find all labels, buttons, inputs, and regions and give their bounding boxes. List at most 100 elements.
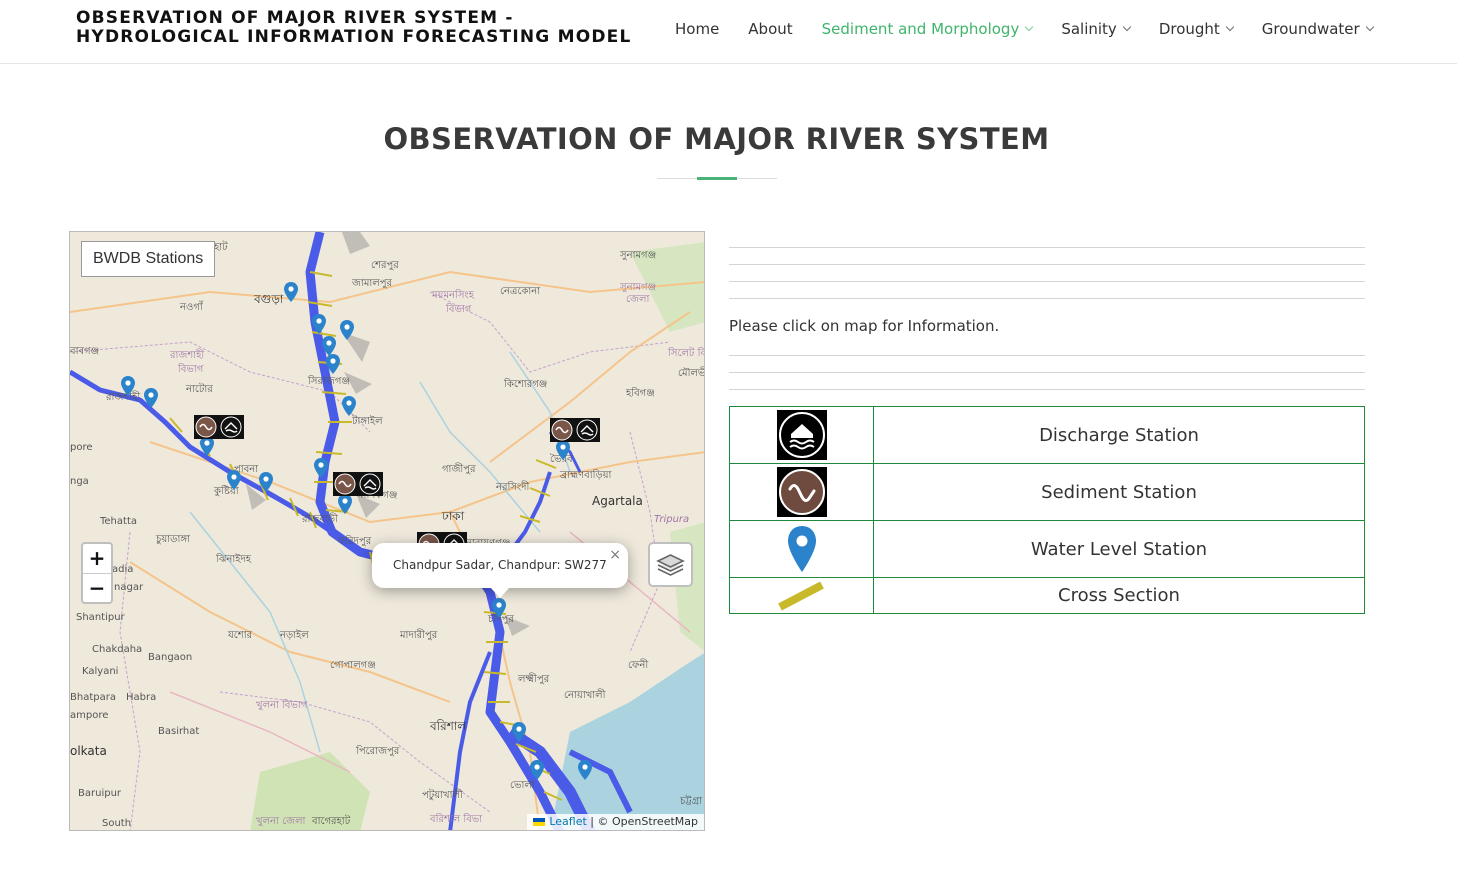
water-level-pin-icon[interactable] (200, 436, 214, 456)
map-label: ঝিনাইদহ (216, 554, 252, 565)
popup-tip (490, 587, 510, 598)
map-label: খুলনা বিভাগ (256, 700, 308, 711)
map-label: নাটোর (186, 384, 213, 395)
map-label: যশোর (228, 630, 253, 641)
map-label: Tehatta (100, 516, 137, 527)
map-label: nagar (114, 582, 144, 593)
sediment-discharge-station-badge[interactable] (333, 472, 383, 496)
map-label: কিশোরগঞ্জ (504, 379, 548, 390)
nav-drought[interactable]: Drought (1158, 18, 1235, 40)
water-level-pin-icon[interactable] (314, 458, 328, 478)
sediment-discharge-station-badge[interactable] (550, 418, 600, 442)
map-label: pore (70, 442, 93, 453)
map-label: ব্রাহ্মণবাড়িয়া (560, 470, 612, 481)
legend-row: Sediment Station (729, 463, 1365, 521)
map-label: মাদারীপুর (400, 630, 438, 641)
discharge-station-icon (776, 410, 827, 460)
nav-groundwater[interactable]: Groundwater (1262, 18, 1374, 40)
map-label: Bhatpara (70, 692, 116, 703)
chevron-down-icon (1225, 22, 1235, 32)
map-label: বিভাগ (446, 304, 472, 315)
map-label: মৌলভী (678, 368, 704, 379)
water-level-pin-icon[interactable] (578, 760, 592, 780)
map-label: Basirhat (158, 726, 200, 737)
water-level-pin-icon[interactable] (259, 472, 273, 492)
water-level-pin-icon[interactable] (556, 440, 570, 460)
map-label: ভোলা (510, 780, 535, 791)
site-title-line1: OBSERVATION OF MAJOR RIVER SYSTEM - (76, 8, 514, 28)
zoom-out-button[interactable]: − (83, 573, 111, 602)
info-divider (729, 389, 1365, 390)
legend-label: Cross Section (873, 577, 1365, 614)
ukraine-flag-icon (533, 818, 546, 826)
map-label: ampore (70, 710, 109, 721)
osm-attribution: | © OpenStreetMap (590, 815, 698, 828)
site-title-line2: HYDROLOGICAL INFORMATION FORECASTING MOD… (76, 27, 632, 47)
station-map[interactable]: হাট শেরপুর সুনামগঞ্জ বগুড়া জামালপুর ময়… (69, 231, 705, 831)
map-label: পটুয়াখালী (422, 790, 463, 801)
map-label: বাবগঞ্জ (70, 346, 100, 357)
water-level-pin-icon[interactable] (227, 470, 241, 490)
info-divider (729, 264, 1365, 265)
water-level-pin-icon[interactable] (284, 282, 298, 302)
map-label: ফরিদপুর (338, 536, 372, 547)
main-nav: Home About Sediment and Morphology Salin… (675, 18, 1402, 40)
water-level-pin-icon[interactable] (340, 320, 354, 340)
info-divider (729, 372, 1365, 373)
water-level-pin-icon[interactable] (312, 314, 326, 334)
nav-home[interactable]: Home (675, 18, 719, 40)
map-label: বগুড়া (254, 292, 284, 306)
zoom-control: + − (81, 542, 113, 604)
map-label: রাজবাড়ী (302, 514, 338, 525)
water-level-pin-icon[interactable] (342, 396, 356, 416)
water-level-pin-icon[interactable] (121, 376, 135, 396)
leaflet-link[interactable]: Leaflet (549, 815, 586, 828)
map-label: South (102, 818, 132, 829)
chevron-down-icon (1122, 22, 1132, 32)
cross-section-icon (777, 580, 824, 611)
legend-icon-cell (729, 577, 874, 614)
title-divider-accent (697, 177, 737, 180)
map-label: বাগেরহাট (312, 816, 351, 827)
water-level-pin-icon[interactable] (326, 354, 340, 374)
layers-toggle-button[interactable] (648, 542, 693, 587)
nav-drought-label: Drought (1158, 20, 1220, 38)
map-label: ঢাকা (442, 509, 465, 523)
map-label: olkata (70, 744, 107, 758)
map-label: পিরোজপুর (356, 746, 400, 757)
nav-salinity[interactable]: Salinity (1061, 18, 1132, 40)
water-level-pin-icon[interactable] (492, 598, 506, 618)
nav-about-label: About (748, 20, 793, 38)
water-level-pin-icon[interactable] (512, 722, 526, 742)
info-divider (729, 298, 1365, 299)
map-label: Baruipur (78, 788, 122, 799)
nav-home-label: Home (675, 20, 720, 38)
map-label: Kalyani (82, 666, 119, 677)
chevron-down-icon (1025, 22, 1034, 32)
site-header: OBSERVATION OF MAJOR RIVER SYSTEM - HYDR… (0, 0, 1457, 64)
map-label: ফেনী (628, 660, 649, 671)
popup-text: Chandpur Sadar, Chandpur: SW277 (393, 558, 607, 572)
sediment-station-icon (776, 467, 827, 517)
legend-row: Discharge Station (729, 406, 1365, 464)
water-level-pin-icon[interactable] (530, 760, 544, 780)
map-label: চুয়াডাঙ্গা (156, 534, 190, 545)
nav-about[interactable]: About (748, 18, 792, 40)
site-brand[interactable]: OBSERVATION OF MAJOR RIVER SYSTEM - HYDR… (76, 9, 632, 47)
map-label: Habra (126, 692, 157, 703)
map-label: গাজীপুর (442, 464, 476, 475)
nav-sediment-morphology[interactable]: Sediment and Morphology (822, 18, 1034, 40)
info-message: Please click on map for Information. (729, 317, 1000, 335)
map-label: বিভাগ (178, 364, 204, 375)
popup-close-button[interactable]: × (609, 547, 621, 563)
sediment-discharge-station-badge[interactable] (194, 415, 244, 439)
water-level-pin-icon[interactable] (144, 388, 158, 408)
map-label: লক্ষ্মীপুর (518, 674, 550, 685)
chevron-down-icon (1365, 22, 1374, 32)
map-label: adia (112, 564, 134, 575)
map-attribution: Leaflet | © OpenStreetMap (527, 814, 704, 830)
zoom-in-button[interactable]: + (83, 544, 111, 573)
map-label: সিরাজগঞ্জ (308, 376, 350, 387)
water-level-pin-icon[interactable] (322, 336, 336, 356)
water-level-pin-icon[interactable] (338, 494, 352, 514)
